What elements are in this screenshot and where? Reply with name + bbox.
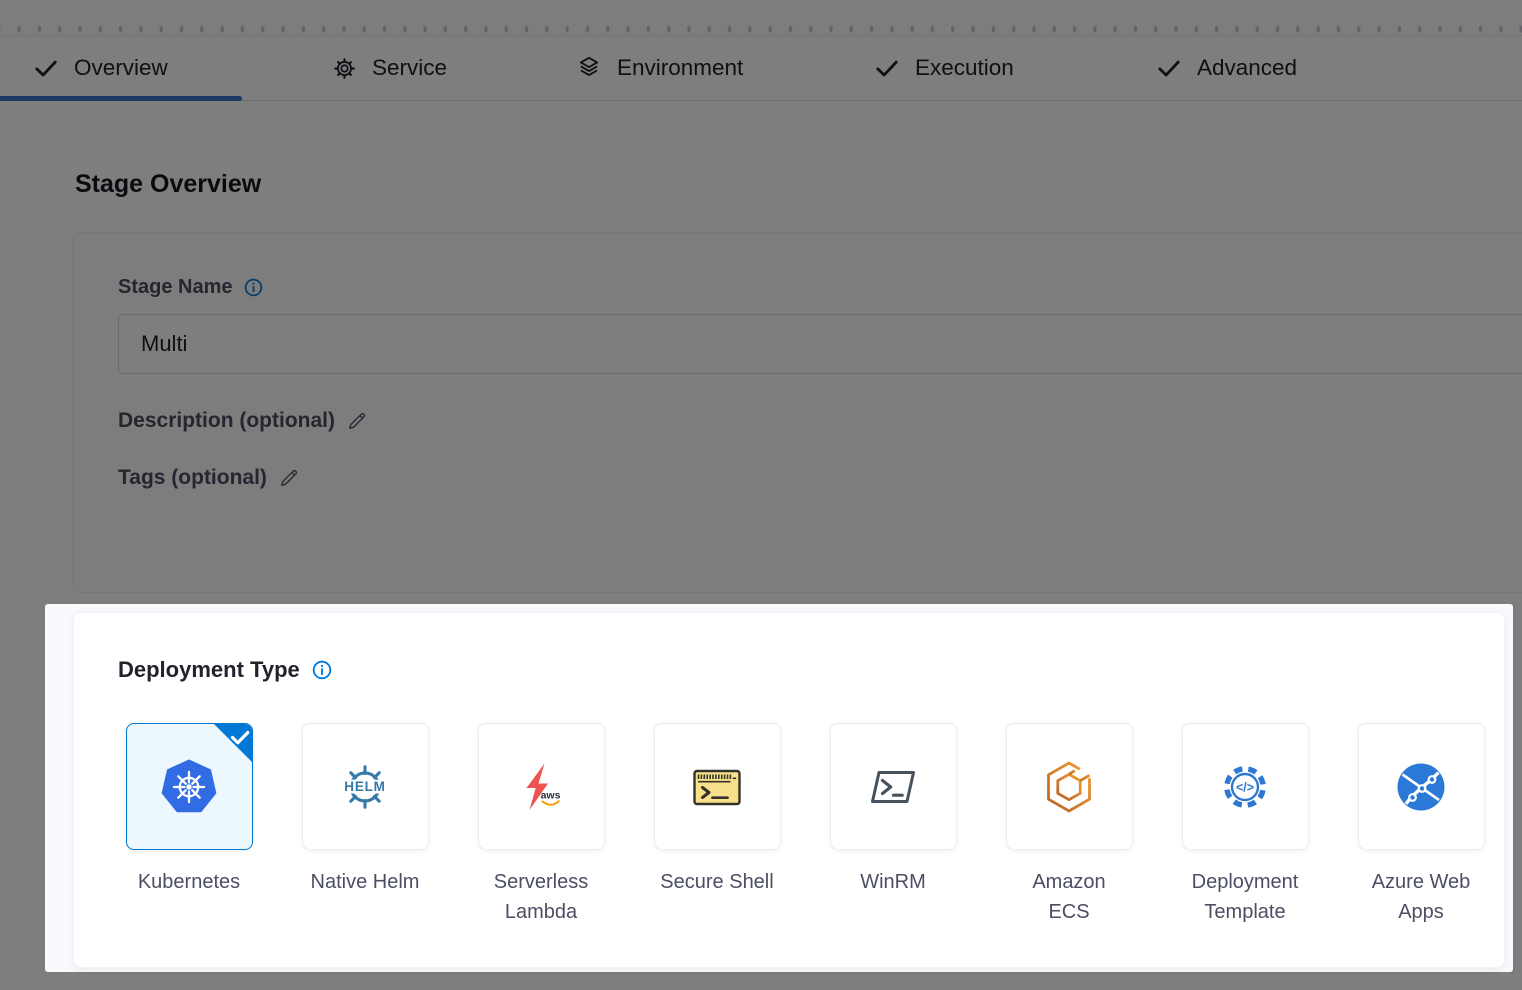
tab-label: Service	[372, 55, 447, 81]
info-icon[interactable]	[312, 660, 332, 680]
tab-label: Overview	[74, 55, 168, 81]
deployment-type-deployment-template[interactable]: </>	[1182, 723, 1309, 850]
deployment-type-label: Amazon ECS	[981, 867, 1157, 927]
edit-pencil-icon[interactable]	[278, 467, 300, 489]
selected-check-icon	[213, 723, 253, 763]
pipeline-stage-config-screen: Overview Service Environment Execution	[0, 0, 1522, 990]
secure-shell-icon	[689, 759, 745, 815]
stage-tabs: Overview Service Environment Execution	[0, 35, 1522, 101]
deployment-type-section: Deployment Type	[45, 604, 1513, 972]
svg-text:HELM: HELM	[344, 778, 385, 793]
deployment-type-item: Azure Web Apps	[1333, 723, 1509, 927]
deployment-type-amazon-ecs[interactable]	[1006, 723, 1133, 850]
deployment-type-secure-shell[interactable]	[654, 723, 781, 850]
tab-label: Execution	[915, 55, 1014, 81]
deployment-type-item: aws Serverless Lambda	[453, 723, 629, 927]
svg-text:</>: </>	[1236, 780, 1254, 794]
azure-web-apps-icon	[1393, 759, 1449, 815]
tab-service[interactable]: Service	[332, 36, 447, 100]
deployment-type-serverless-lambda[interactable]: aws	[478, 723, 605, 850]
pipeline-canvas-dots	[0, 0, 1522, 35]
winrm-icon	[865, 759, 921, 815]
tab-label: Advanced	[1197, 55, 1297, 81]
check-icon	[1156, 55, 1182, 81]
deployment-type-item: Kubernetes	[101, 723, 277, 927]
deployment-type-winrm[interactable]	[830, 723, 957, 850]
deployment-type-native-helm[interactable]: HELM	[302, 723, 429, 850]
description-label: Description (optional)	[118, 409, 335, 433]
edit-pencil-icon[interactable]	[346, 410, 368, 432]
stage-name-label: Stage Name	[118, 276, 233, 299]
deployment-type-label: Secure Shell	[629, 867, 805, 897]
deployment-type-item: Secure Shell	[629, 723, 805, 927]
info-icon[interactable]	[244, 278, 263, 297]
deployment-type-label: Kubernetes	[101, 867, 277, 897]
deployment-type-kubernetes[interactable]	[126, 723, 253, 850]
deployment-type-grid: Kubernetes HELM Nativ	[101, 723, 1509, 927]
tab-advanced[interactable]: Advanced	[1156, 36, 1297, 100]
environment-icon	[576, 55, 602, 81]
check-icon	[874, 55, 900, 81]
tab-execution[interactable]: Execution	[874, 36, 1014, 100]
deployment-type-heading: Deployment Type	[118, 657, 300, 683]
kubernetes-icon	[161, 759, 217, 815]
stage-name-input[interactable]	[118, 314, 1522, 374]
gear-icon	[332, 56, 357, 81]
deployment-type-item: </> Deployment Template	[1157, 723, 1333, 927]
deployment-type-card: Deployment Type	[73, 612, 1505, 968]
deployment-type-label: Deployment Template	[1157, 867, 1333, 927]
tab-label: Environment	[617, 55, 743, 81]
amazon-ecs-icon	[1041, 759, 1097, 815]
deployment-type-azure-web-apps[interactable]	[1358, 723, 1485, 850]
serverless-lambda-icon: aws	[513, 759, 569, 815]
active-tab-indicator	[0, 96, 242, 101]
deployment-type-item: HELM Native Helm	[277, 723, 453, 927]
tab-overview[interactable]: Overview	[33, 36, 168, 100]
deployment-type-label: WinRM	[805, 867, 981, 897]
svg-text:aws: aws	[541, 789, 561, 801]
tags-label: Tags (optional)	[118, 466, 267, 490]
helm-icon: HELM	[337, 759, 393, 815]
tab-environment[interactable]: Environment	[576, 36, 743, 100]
deployment-type-item: Amazon ECS	[981, 723, 1157, 927]
deployment-type-label: Native Helm	[277, 867, 453, 897]
deployment-type-label: Azure Web Apps	[1333, 867, 1509, 927]
check-icon	[33, 55, 59, 81]
page-title: Stage Overview	[75, 170, 261, 199]
deployment-type-label: Serverless Lambda	[453, 867, 629, 927]
stage-overview-card: Stage Name Description (optional) Tags (…	[72, 232, 1522, 593]
deployment-template-icon: </>	[1217, 759, 1273, 815]
deployment-type-item: WinRM	[805, 723, 981, 927]
